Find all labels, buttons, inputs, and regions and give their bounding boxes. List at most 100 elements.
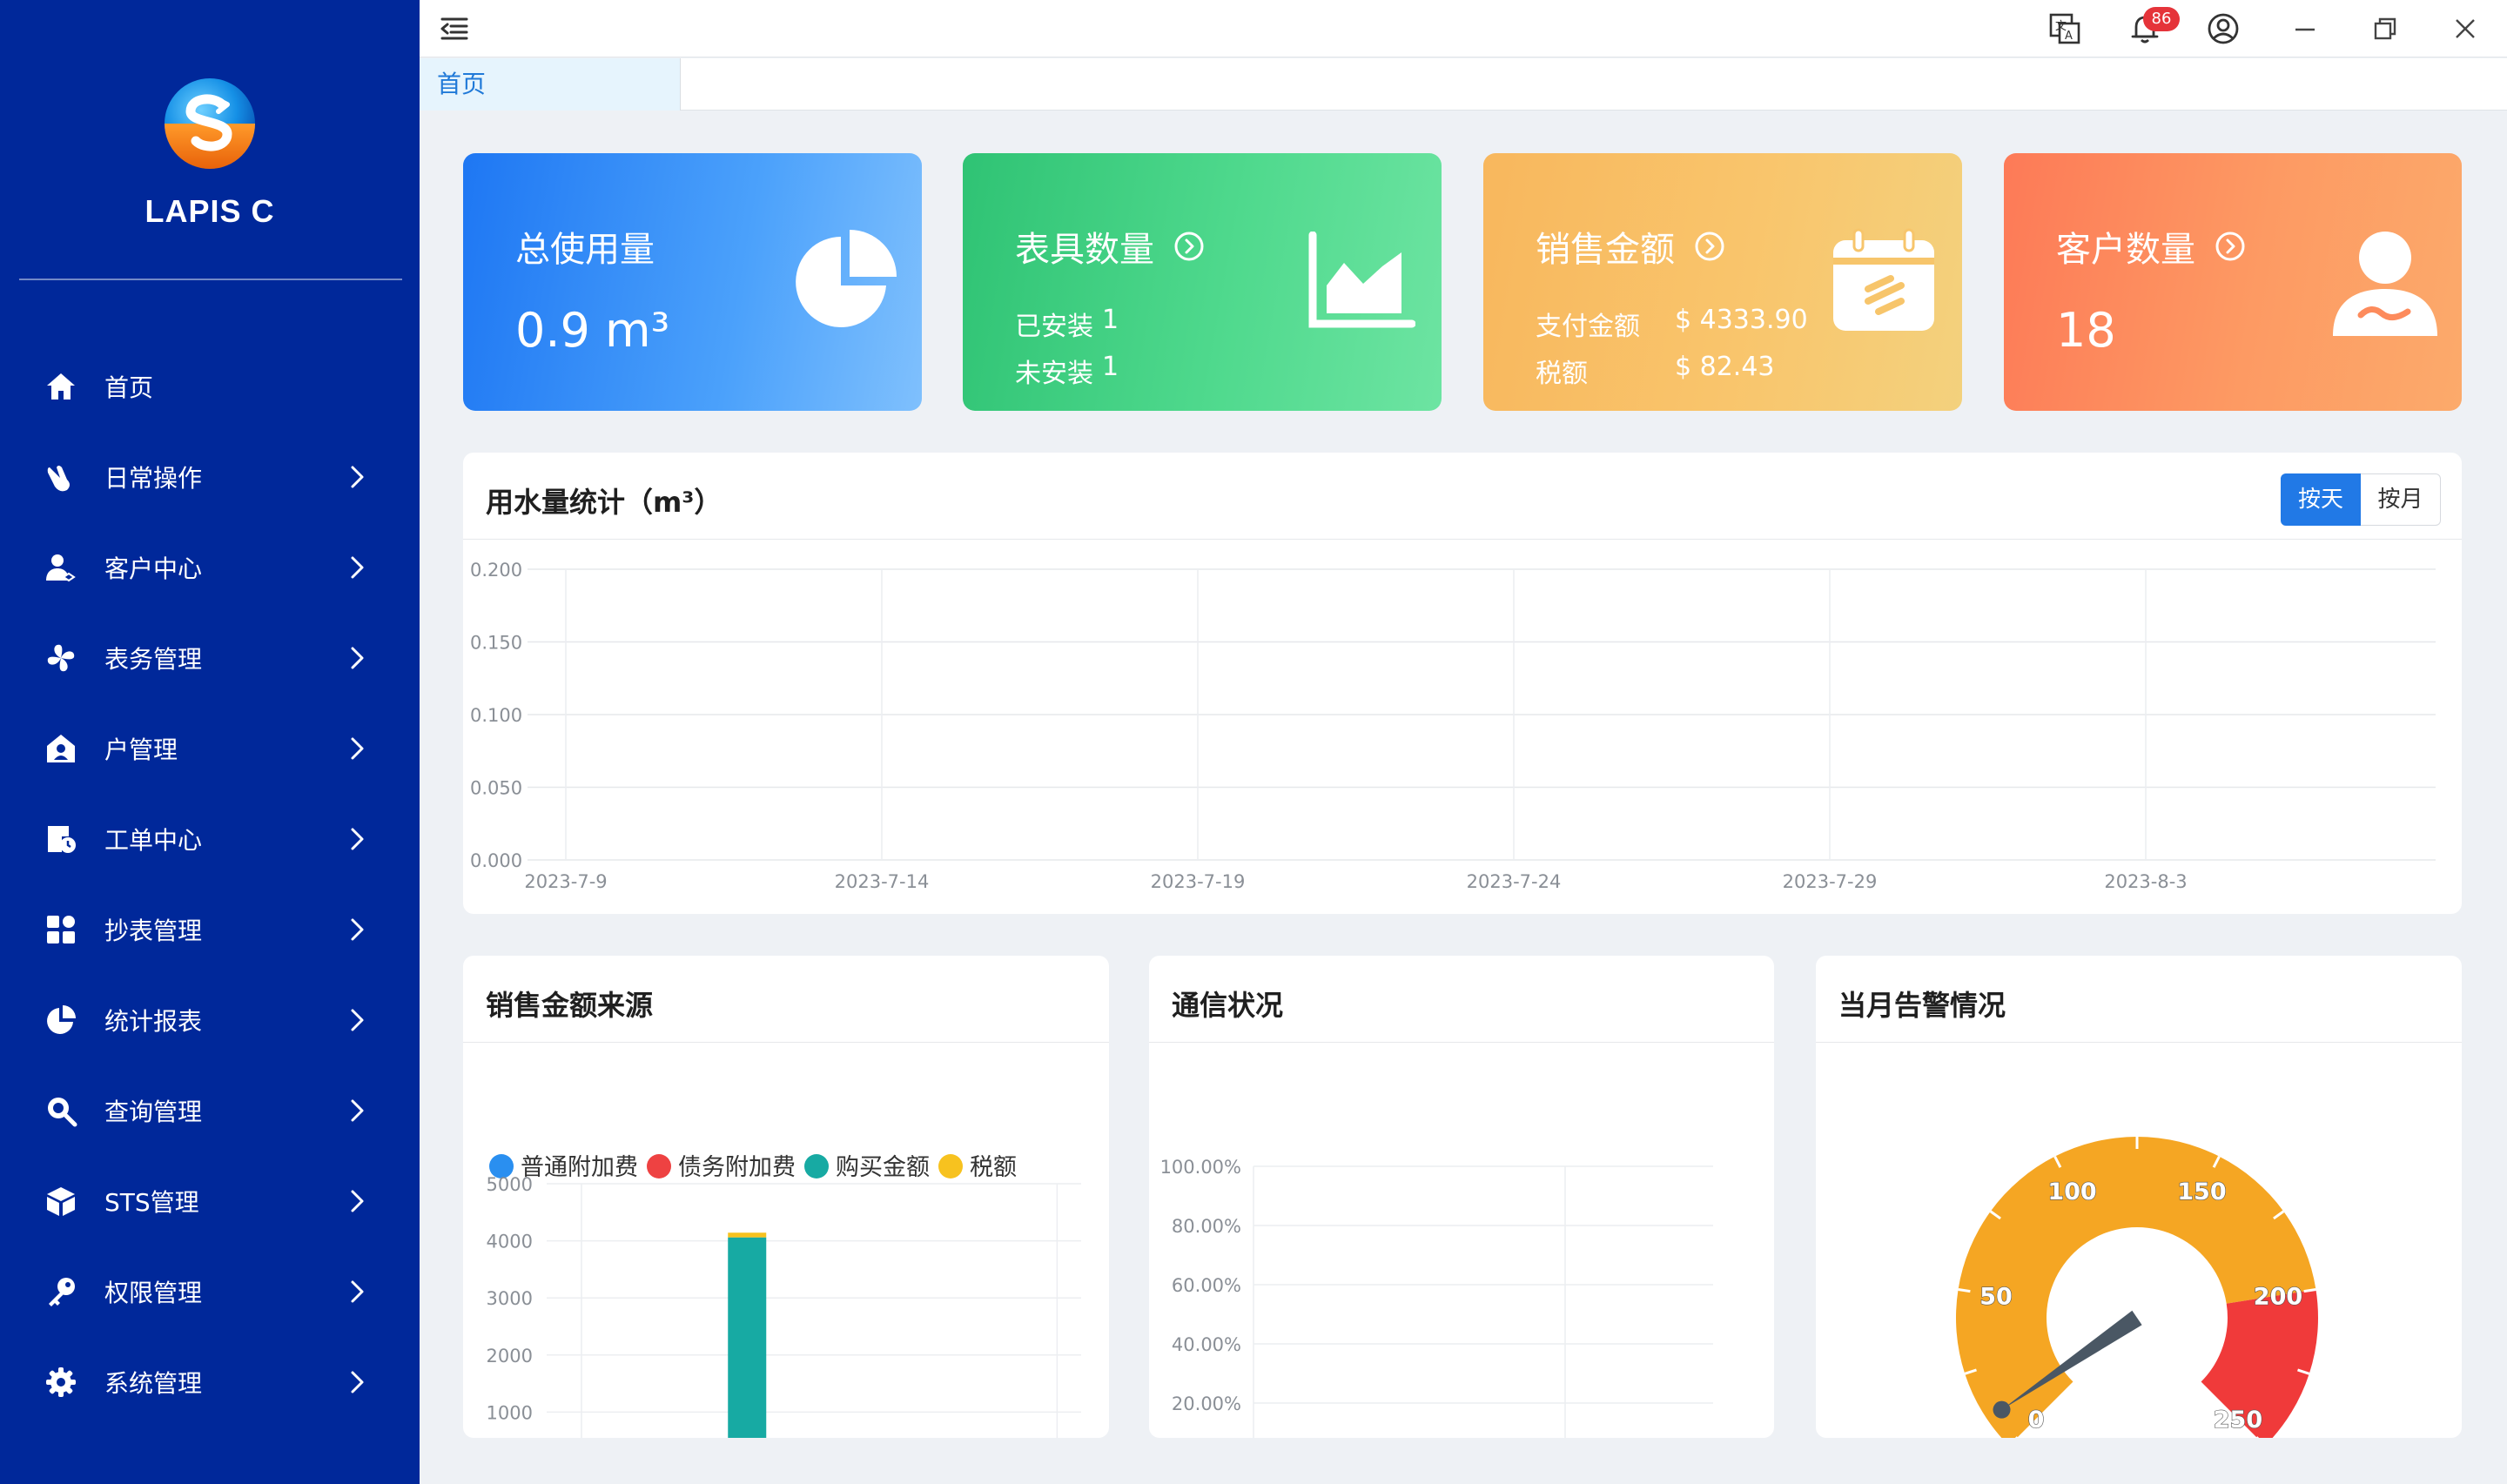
workorder-icon bbox=[44, 822, 78, 856]
user-account-icon[interactable] bbox=[2206, 11, 2241, 46]
panel-title: 用水量统计（m³） bbox=[486, 486, 723, 519]
card-total-usage[interactable]: 总使用量 0.9 m³ bbox=[463, 153, 922, 411]
close-icon[interactable] bbox=[2448, 11, 2483, 46]
y-tick-label: 0.200 bbox=[470, 560, 522, 581]
sidebar: LAPIS C 首页日常操作客户中心表务管理户管理工单中心抄表管理统计报表查询管… bbox=[0, 0, 420, 1484]
sidebar-menu: 首页日常操作客户中心表务管理户管理工单中心抄表管理统计报表查询管理 STS管理权限… bbox=[0, 341, 420, 1427]
gauge-tick-label: 100 bbox=[2047, 1178, 2096, 1205]
installed-label: 已安装 bbox=[1015, 312, 1093, 342]
period-toggle: 按天 按月 bbox=[2281, 473, 2441, 526]
y-tick-label: 0.050 bbox=[470, 778, 522, 799]
sidebar-item-label: 系统管理 bbox=[104, 1369, 203, 1398]
sales-source-chart: 普通附加费债务附加费购买金额税额500040003000200010000202… bbox=[487, 1154, 1081, 1438]
sidebar-item-label: 统计报表 bbox=[104, 1007, 203, 1036]
chevron-right-icon bbox=[343, 1097, 371, 1125]
legend-label: 税额 bbox=[970, 1154, 1017, 1181]
water-usage-panel: 用水量统计（m³） 按天 按月 0.200 0.150 0.100 0.050 0.00… bbox=[463, 453, 2462, 914]
chevron-right-icon bbox=[343, 735, 371, 762]
y-tick-label: 0.150 bbox=[470, 633, 522, 654]
chevron-right-icon bbox=[343, 463, 371, 491]
sidebar-item-label: 查询管理 bbox=[104, 1098, 203, 1126]
uninstalled-label: 未安装 bbox=[1015, 359, 1093, 389]
tax-label: 税额 bbox=[1536, 359, 1588, 389]
sidebar-item[interactable]: 权限管理 bbox=[0, 1246, 420, 1337]
arrow-right-circle-icon[interactable] bbox=[2215, 231, 2246, 262]
y-tick-label: 4000 bbox=[487, 1232, 533, 1252]
minimize-icon[interactable] bbox=[2288, 11, 2322, 46]
arrow-right-circle-icon[interactable] bbox=[1173, 231, 1205, 262]
legend-label: 普通附加费 bbox=[521, 1154, 638, 1181]
gauge-tick-label: 200 bbox=[2254, 1283, 2302, 1310]
app-name: LAPIS C bbox=[145, 193, 275, 229]
area-chart-icon bbox=[1308, 232, 1415, 328]
sidebar-item[interactable]: 查询管理 bbox=[0, 1065, 420, 1156]
sidebar-item-label: 权限管理 bbox=[104, 1279, 203, 1307]
sidebar-item-label: 抄表管理 bbox=[104, 917, 203, 945]
y-tick-label: 100.00% bbox=[1160, 1157, 1241, 1178]
hand-icon bbox=[44, 460, 78, 494]
y-tick-label: 60.00% bbox=[1172, 1275, 1241, 1296]
fan-icon bbox=[44, 641, 78, 675]
restore-icon[interactable] bbox=[2368, 11, 2403, 46]
toggle-by-day[interactable]: 按天 bbox=[2281, 473, 2361, 526]
notification-badge: 86 bbox=[2143, 7, 2180, 31]
panel-title: 销售金额来源 bbox=[486, 989, 654, 1022]
sidebar-item-label: 客户中心 bbox=[104, 554, 203, 583]
card-title: 总使用量 bbox=[515, 230, 655, 270]
gauge-tick-label: 50 bbox=[1979, 1283, 2013, 1310]
panel-header: 用水量统计（m³） 按天 按月 bbox=[463, 453, 2462, 540]
gauge-tick-label: 250 bbox=[2214, 1407, 2262, 1434]
x-tick-label: 2023-7-24 bbox=[1467, 871, 1562, 892]
y-tick-label: 5000 bbox=[487, 1174, 533, 1195]
home-icon bbox=[44, 369, 78, 404]
card-sales-amount[interactable]: 销售金额 支付金额 $ 4333.90 税额 $ 82.43 bbox=[1483, 153, 1962, 411]
chevron-right-icon bbox=[343, 1187, 371, 1215]
app-logo bbox=[165, 78, 255, 169]
gauge-tick-label: 150 bbox=[2177, 1178, 2226, 1205]
chevron-right-icon bbox=[343, 825, 371, 853]
sidebar-item[interactable]: 日常操作 bbox=[0, 432, 420, 522]
communication-panel: 通信状况 100.00%80.00%60.00%40.00%20.00%0.00… bbox=[1149, 956, 1774, 1438]
y-tick-label: 1000 bbox=[487, 1402, 533, 1423]
sidebar-item[interactable]: 系统管理 bbox=[0, 1337, 420, 1427]
legend-marker bbox=[938, 1154, 963, 1178]
sidebar-item[interactable]: 统计报表 bbox=[0, 975, 420, 1065]
card-value: 0.9 m³ bbox=[515, 303, 670, 358]
tax-value: $ 82.43 bbox=[1675, 352, 1775, 382]
sidebar-item[interactable]: STS管理 bbox=[0, 1156, 420, 1246]
alarm-panel: 当月告警情况 0 50 100 150 200 250 bbox=[1816, 956, 2462, 1438]
sidebar-item[interactable]: 抄表管理 bbox=[0, 884, 420, 975]
sidebar-item-label: 表务管理 bbox=[104, 645, 203, 674]
y-tick-label: 2000 bbox=[487, 1346, 533, 1366]
sidebar-item[interactable]: 户管理 bbox=[0, 703, 420, 794]
sidebar-item-label: 首页 bbox=[104, 373, 154, 402]
chevron-right-icon bbox=[343, 916, 371, 943]
tab-home[interactable]: 首页 bbox=[420, 58, 681, 111]
legend-label: 购买金额 bbox=[836, 1154, 930, 1181]
top-bar: 文A bbox=[420, 0, 2507, 57]
sidebar-item[interactable]: 首页 bbox=[0, 341, 420, 432]
translate-icon[interactable]: 文A bbox=[2047, 11, 2082, 46]
chevron-right-icon bbox=[343, 1368, 371, 1396]
bar-segment bbox=[728, 1237, 767, 1438]
collapse-menu-icon[interactable] bbox=[437, 11, 472, 46]
house-user-icon bbox=[44, 731, 78, 766]
calendar-icon bbox=[1833, 228, 1934, 331]
sidebar-item[interactable]: 工单中心 bbox=[0, 794, 420, 884]
chevron-right-icon bbox=[343, 1006, 371, 1034]
arrow-right-circle-icon[interactable] bbox=[1694, 231, 1725, 262]
sidebar-item[interactable]: 客户中心 bbox=[0, 522, 420, 613]
sidebar-item-label: 工单中心 bbox=[104, 826, 203, 855]
bar-segment bbox=[728, 1232, 767, 1238]
sales-source-panel: 销售金额来源 普通附加费 债务附加费 购买金额 税额 5000 4000 3000 2000 1… bbox=[463, 956, 1109, 1438]
legend-marker bbox=[804, 1154, 829, 1178]
y-tick-label: 20.00% bbox=[1172, 1393, 1241, 1414]
card-customer-count[interactable]: 客户数量 18 bbox=[2004, 153, 2462, 411]
sidebar-item[interactable]: 表务管理 bbox=[0, 613, 420, 703]
gear-icon bbox=[44, 1365, 78, 1400]
users-icon bbox=[44, 550, 78, 585]
toggle-by-month[interactable]: 按月 bbox=[2361, 473, 2441, 526]
grid-icon bbox=[44, 912, 78, 947]
uninstalled-value: 1 bbox=[1102, 352, 1119, 382]
card-meter-count[interactable]: 表具数量 已安装 1 未安装 1 bbox=[963, 153, 1442, 411]
